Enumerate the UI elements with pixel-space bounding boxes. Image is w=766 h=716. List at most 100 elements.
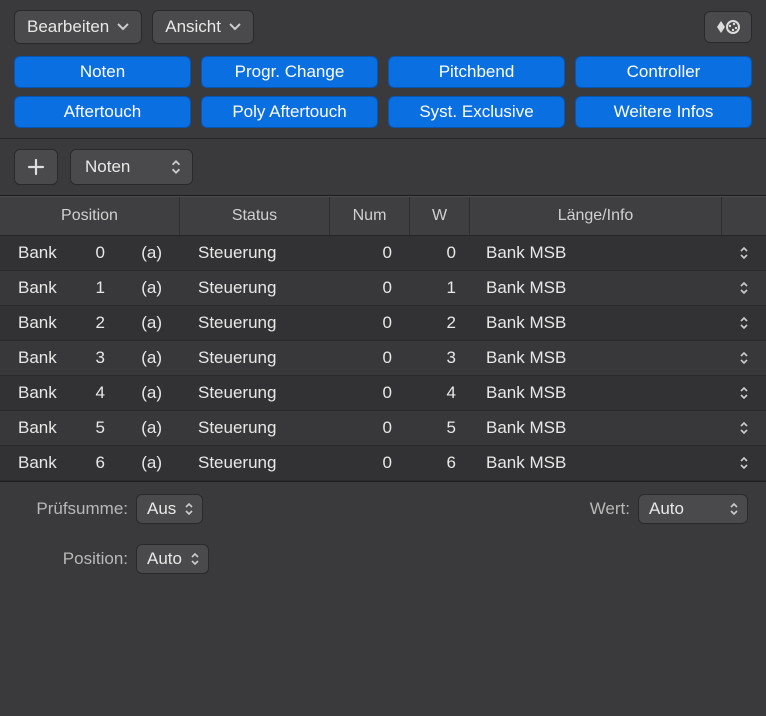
- cell-w[interactable]: 3: [410, 348, 470, 368]
- cell-status[interactable]: Steuerung: [180, 383, 330, 403]
- cell-num[interactable]: 0: [330, 313, 410, 333]
- event-type-select[interactable]: Noten: [70, 149, 193, 185]
- filter-aftertouch[interactable]: Aftertouch: [14, 96, 191, 128]
- filter-poly-aftertouch[interactable]: Poly Aftertouch: [201, 96, 378, 128]
- filter-syst-exclusive[interactable]: Syst. Exclusive: [388, 96, 565, 128]
- filter-section: Noten Progr. Change Pitchbend Controller…: [0, 52, 766, 139]
- cell-position[interactable]: Bank4(a): [0, 383, 180, 403]
- table-header: Position Status Num W Länge/Info: [0, 196, 766, 236]
- cell-stepper[interactable]: [722, 351, 766, 365]
- updown-icon: [170, 159, 182, 175]
- updown-icon: [190, 552, 200, 566]
- updown-icon: [739, 351, 749, 365]
- cell-position[interactable]: Bank2(a): [0, 313, 180, 333]
- value-label: Wert:: [590, 499, 630, 519]
- cell-w[interactable]: 6: [410, 453, 470, 473]
- cell-num[interactable]: 0: [330, 383, 410, 403]
- filter-noten[interactable]: Noten: [14, 56, 191, 88]
- edit-menu-label: Bearbeiten: [27, 17, 109, 37]
- plus-icon: [27, 158, 45, 176]
- cell-stepper[interactable]: [722, 246, 766, 260]
- cell-stepper[interactable]: [722, 421, 766, 435]
- cell-position[interactable]: Bank3(a): [0, 348, 180, 368]
- cell-position[interactable]: Bank6(a): [0, 453, 180, 473]
- cell-length[interactable]: Bank MSB: [470, 348, 722, 368]
- value-select[interactable]: Auto: [638, 494, 748, 524]
- table-row[interactable]: Bank6(a)Steuerung06Bank MSB: [0, 446, 766, 481]
- cell-stepper[interactable]: [722, 386, 766, 400]
- cell-stepper[interactable]: [722, 456, 766, 470]
- cell-status[interactable]: Steuerung: [180, 243, 330, 263]
- cell-length[interactable]: Bank MSB: [470, 243, 722, 263]
- cell-w[interactable]: 5: [410, 418, 470, 438]
- updown-icon: [184, 502, 194, 516]
- table-row[interactable]: Bank4(a)Steuerung04Bank MSB: [0, 376, 766, 411]
- col-header-length[interactable]: Länge/Info: [470, 197, 722, 235]
- col-header-w[interactable]: W: [410, 197, 470, 235]
- filter-pitchbend[interactable]: Pitchbend: [388, 56, 565, 88]
- table-row[interactable]: Bank5(a)Steuerung05Bank MSB: [0, 411, 766, 446]
- cell-position[interactable]: Bank0(a): [0, 243, 180, 263]
- cell-w[interactable]: 1: [410, 278, 470, 298]
- col-header-spacer: [722, 197, 766, 235]
- cell-stepper[interactable]: [722, 316, 766, 330]
- footer-bar: Prüfsumme: Aus Wert: Auto Position: Auto: [0, 481, 766, 586]
- position-label: Position:: [18, 549, 128, 569]
- checksum-label: Prüfsumme:: [18, 499, 128, 519]
- position-select[interactable]: Auto: [136, 544, 209, 574]
- cell-status[interactable]: Steuerung: [180, 278, 330, 298]
- cell-status[interactable]: Steuerung: [180, 453, 330, 473]
- add-button[interactable]: [14, 149, 58, 185]
- cell-length[interactable]: Bank MSB: [470, 313, 722, 333]
- cell-w[interactable]: 0: [410, 243, 470, 263]
- table-row[interactable]: Bank2(a)Steuerung02Bank MSB: [0, 306, 766, 341]
- cell-length[interactable]: Bank MSB: [470, 418, 722, 438]
- col-header-position[interactable]: Position: [0, 197, 180, 235]
- edit-menu[interactable]: Bearbeiten: [14, 10, 142, 44]
- cell-num[interactable]: 0: [330, 243, 410, 263]
- cell-status[interactable]: Steuerung: [180, 418, 330, 438]
- updown-icon: [739, 316, 749, 330]
- updown-icon: [739, 421, 749, 435]
- view-menu-label: Ansicht: [165, 17, 221, 37]
- col-header-num[interactable]: Num: [330, 197, 410, 235]
- top-toolbar: Bearbeiten Ansicht: [0, 0, 766, 52]
- table-row[interactable]: Bank1(a)Steuerung01Bank MSB: [0, 271, 766, 306]
- checksum-select[interactable]: Aus: [136, 494, 203, 524]
- cell-num[interactable]: 0: [330, 278, 410, 298]
- table-row[interactable]: Bank3(a)Steuerung03Bank MSB: [0, 341, 766, 376]
- event-type-value: Noten: [85, 157, 130, 177]
- updown-icon: [739, 456, 749, 470]
- filter-controller[interactable]: Controller: [575, 56, 752, 88]
- cell-status[interactable]: Steuerung: [180, 313, 330, 333]
- checksum-value: Aus: [147, 499, 176, 519]
- view-menu[interactable]: Ansicht: [152, 10, 254, 44]
- cell-num[interactable]: 0: [330, 418, 410, 438]
- updown-icon: [739, 246, 749, 260]
- updown-icon: [739, 281, 749, 295]
- updown-icon: [739, 386, 749, 400]
- updown-icon: [729, 502, 739, 516]
- palette-icon: [715, 18, 741, 36]
- chevron-down-icon: [229, 23, 241, 31]
- cell-position[interactable]: Bank5(a): [0, 418, 180, 438]
- cell-num[interactable]: 0: [330, 348, 410, 368]
- add-event-row: Noten: [0, 139, 766, 196]
- table-body: Bank0(a)Steuerung00Bank MSBBank1(a)Steue…: [0, 236, 766, 481]
- table-row[interactable]: Bank0(a)Steuerung00Bank MSB: [0, 236, 766, 271]
- cell-status[interactable]: Steuerung: [180, 348, 330, 368]
- filter-progr-change[interactable]: Progr. Change: [201, 56, 378, 88]
- cell-w[interactable]: 4: [410, 383, 470, 403]
- color-palette-button[interactable]: [704, 11, 752, 43]
- cell-length[interactable]: Bank MSB: [470, 453, 722, 473]
- cell-position[interactable]: Bank1(a): [0, 278, 180, 298]
- value-value: Auto: [649, 499, 684, 519]
- cell-w[interactable]: 2: [410, 313, 470, 333]
- cell-stepper[interactable]: [722, 281, 766, 295]
- col-header-status[interactable]: Status: [180, 197, 330, 235]
- chevron-down-icon: [117, 23, 129, 31]
- filter-weitere-infos[interactable]: Weitere Infos: [575, 96, 752, 128]
- cell-num[interactable]: 0: [330, 453, 410, 473]
- cell-length[interactable]: Bank MSB: [470, 383, 722, 403]
- cell-length[interactable]: Bank MSB: [470, 278, 722, 298]
